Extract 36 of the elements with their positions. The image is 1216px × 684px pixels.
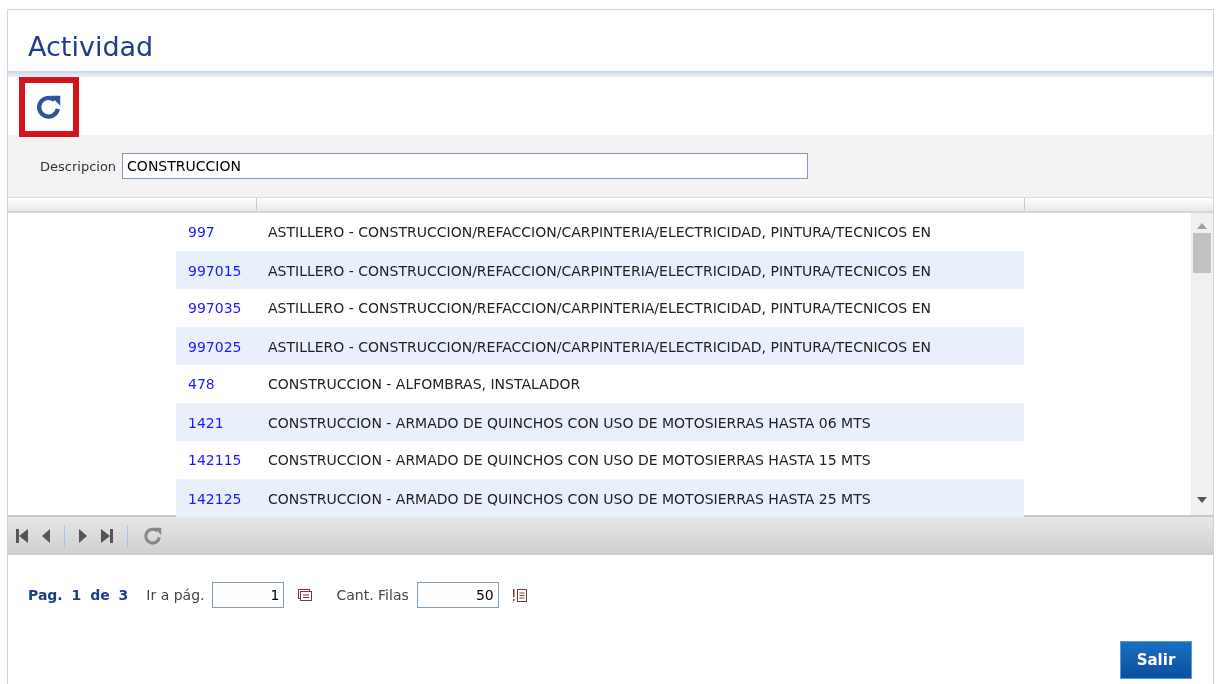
scrollbar[interactable] bbox=[1191, 213, 1213, 515]
window-title: Actividad bbox=[27, 30, 155, 64]
description-cell-text: CONSTRUCCION - ALFOMBRAS, INSTALADOR bbox=[267, 376, 581, 392]
code-cell-text: 1421 bbox=[187, 414, 225, 431]
page-info: Pag. 1 de 3 bbox=[28, 587, 129, 603]
description-cell-text: CONSTRUCCION - ARMADO DE QUINCHOS CON USO DE MOTOSIERRAS HASTA 15 MTS bbox=[267, 452, 871, 468]
refresh-button[interactable] bbox=[19, 77, 79, 137]
first-page-icon[interactable] bbox=[16, 529, 28, 543]
rows-count-label: Cant. Filas bbox=[336, 587, 409, 603]
code-cell-text: 142125 bbox=[187, 490, 243, 507]
code-cell-text: 478 bbox=[187, 376, 216, 392]
previous-page-icon[interactable] bbox=[42, 529, 50, 543]
code-cell-text: 997015 bbox=[187, 262, 243, 279]
code-cell-text: 997025 bbox=[187, 338, 243, 355]
code-cell-text: 997035 bbox=[187, 300, 243, 316]
last-page-icon[interactable] bbox=[101, 529, 113, 543]
rows-count-field[interactable]: 50 bbox=[416, 582, 499, 608]
list-icon[interactable] bbox=[298, 589, 313, 601]
apply-rows-icon[interactable] bbox=[512, 588, 527, 602]
description-cell-text: ASTILLERO - CONSTRUCCION/REFACCION/CARPINTERIA/ELECTRICIDAD, PINTURA/TECNICOS EN bbox=[267, 300, 931, 316]
description-label: Descripcion bbox=[40, 158, 117, 174]
scroll-down-icon[interactable] bbox=[1197, 497, 1207, 503]
scroll-thumb[interactable] bbox=[1193, 233, 1211, 273]
exit-button[interactable]: Salir bbox=[1120, 641, 1192, 679]
description-field[interactable]: CONSTRUCCION bbox=[122, 153, 809, 179]
description-cell-text: CONSTRUCCION - ARMADO DE QUINCHOS CON USO DE MOTOSIERRAS HASTA 25 MTS bbox=[267, 490, 871, 507]
goto-page-field[interactable]: 1 bbox=[212, 582, 285, 608]
description-cell-text: CONSTRUCCION - ARMADO DE QUINCHOS CON USO DE MOTOSIERRAS HASTA 06 MTS bbox=[267, 414, 871, 431]
description-cell-text: ASTILLERO - CONSTRUCCION/REFACCION/CARPINTERIA/ELECTRICIDAD, PINTURA/TECNICOS EN bbox=[267, 262, 931, 279]
code-cell-text: 142115 bbox=[187, 452, 243, 468]
goto-page-label: Ir a pág. bbox=[146, 587, 205, 603]
code-cell-text: 997 bbox=[187, 224, 216, 240]
description-cell-text: ASTILLERO - CONSTRUCCION/REFACCION/CARPINTERIA/ELECTRICIDAD, PINTURA/TECNICOS EN bbox=[267, 224, 931, 240]
refresh-icon[interactable] bbox=[142, 525, 164, 547]
next-page-icon[interactable] bbox=[79, 529, 87, 543]
description-cell-text: ASTILLERO - CONSTRUCCION/REFACCION/CARPINTERIA/ELECTRICIDAD, PINTURA/TECNICOS EN bbox=[267, 338, 931, 355]
